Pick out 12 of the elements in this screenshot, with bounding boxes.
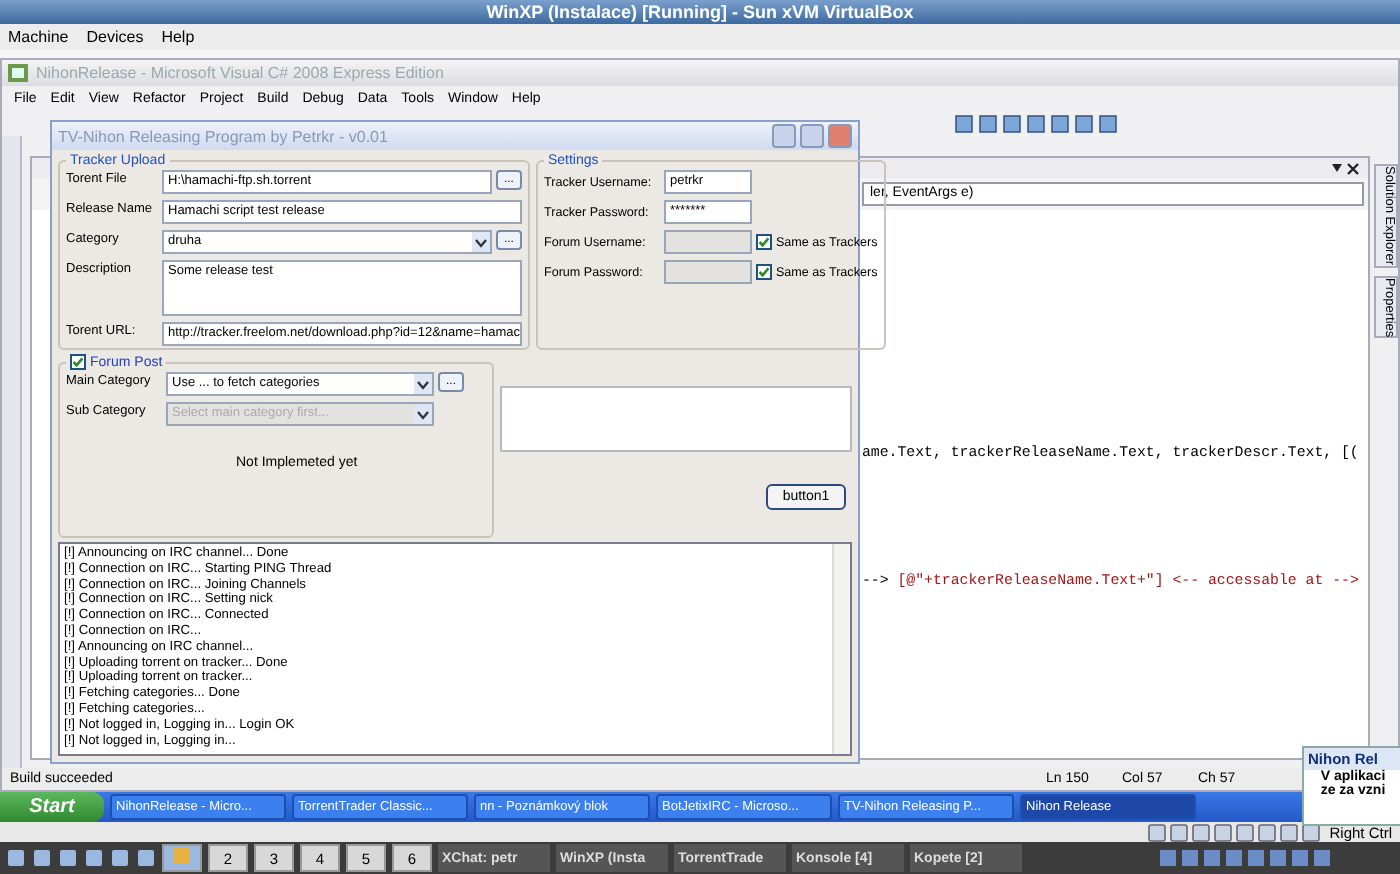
menu-item[interactable]: Machine <box>8 28 69 46</box>
desktop-icon <box>174 848 190 864</box>
app-icon <box>8 64 28 82</box>
close-icon[interactable] <box>1332 162 1360 176</box>
log-box[interactable] <box>58 542 852 756</box>
menu-item[interactable]: Help <box>161 28 195 46</box>
menu-item[interactable]: Devices <box>86 28 144 46</box>
window-title: TV-Nihon Releasing Program by Petrkr - v0.01 <box>58 127 388 145</box>
checkbox[interactable] <box>70 354 86 370</box>
scrollbar[interactable] <box>832 544 850 754</box>
window-title: NihonRelease - Microsoft Visual C# 2008 Express Edition <box>36 64 444 82</box>
window-title: WinXP (Instalace) [Running] - Sun xVM VirtualBox <box>486 2 914 22</box>
